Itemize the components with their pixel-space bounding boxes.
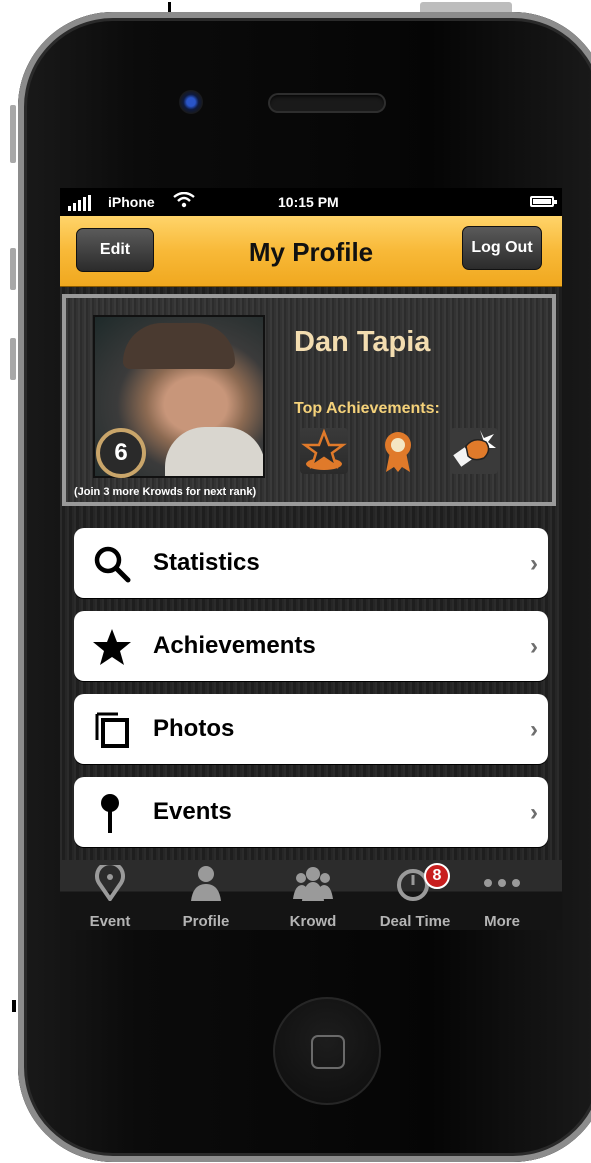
tab-krowd[interactable]: Krowd [263, 860, 363, 930]
clock-time: 10:15 PM [278, 194, 339, 210]
speaker-grille [268, 93, 386, 113]
tab-bar: Event Profile Krowd 8 Deal Time More [60, 860, 562, 930]
tab-event[interactable]: Event [60, 860, 160, 930]
home-square-icon [311, 1035, 345, 1069]
star-icon [93, 629, 131, 665]
menu-item-events[interactable]: Events › [74, 777, 548, 847]
menu-label: Photos [153, 715, 235, 742]
notification-badge: 8 [424, 863, 450, 889]
pin-icon [101, 794, 119, 833]
tab-more[interactable]: More [452, 860, 552, 930]
profile-content: 6 (Join 3 more Krowds for next rank) Dan… [60, 287, 562, 860]
camera-icon [179, 90, 203, 114]
rank-badge: 6 [96, 428, 146, 478]
menu-item-statistics[interactable]: Statistics › [74, 528, 548, 598]
tab-label: Profile [182, 913, 230, 930]
status-bar: iPhone 10:15 PM [60, 188, 562, 216]
volume-down-button [10, 338, 16, 380]
logout-button[interactable]: Log Out [462, 226, 542, 270]
ribbon-medal-icon[interactable] [374, 428, 422, 474]
tab-label: Krowd [289, 913, 337, 930]
profile-card: 6 (Join 3 more Krowds for next rank) Dan… [62, 294, 556, 506]
chevron-right-icon: › [530, 799, 538, 826]
tab-deal-time[interactable]: 8 Deal Time [365, 860, 465, 930]
profile-name: Dan Tapia [294, 326, 431, 358]
tab-label: Event [89, 913, 131, 930]
carrier-label: iPhone [108, 194, 155, 210]
nav-bar: Edit My Profile Log Out [60, 216, 562, 287]
volume-up-button [10, 248, 16, 290]
signal-icon [68, 195, 91, 211]
battery-icon [530, 196, 557, 207]
chevron-right-icon: › [530, 633, 538, 660]
wifi-icon [173, 191, 195, 213]
more-dots-icon [484, 879, 520, 887]
rank-note: (Join 3 more Krowds for next rank) [74, 486, 257, 498]
search-icon [94, 546, 131, 583]
star-badge-icon[interactable] [300, 428, 348, 474]
tab-profile[interactable]: Profile [156, 860, 256, 930]
menu-label: Events [153, 798, 232, 825]
chevron-right-icon: › [530, 716, 538, 743]
menu-item-photos[interactable]: Photos › [74, 694, 548, 764]
chevron-right-icon: › [530, 550, 538, 577]
punch-fist-icon[interactable] [450, 428, 498, 474]
tab-label: Deal Time [379, 913, 451, 930]
location-pin-icon [95, 865, 125, 901]
phone-screen: iPhone 10:15 PM Edit My Profile Log Out … [60, 188, 562, 930]
menu-item-achievements[interactable]: Achievements › [74, 611, 548, 681]
home-button[interactable] [273, 997, 381, 1105]
power-button [420, 2, 512, 12]
group-icon [293, 867, 333, 901]
menu-label: Statistics [153, 549, 260, 576]
tab-label: More [484, 913, 520, 930]
achievements-heading: Top Achievements: [294, 400, 440, 417]
crop-mark [12, 1000, 16, 1012]
menu-label: Achievements [153, 632, 316, 659]
person-icon [191, 866, 221, 901]
photos-icon [95, 712, 129, 748]
mute-switch [10, 105, 16, 163]
